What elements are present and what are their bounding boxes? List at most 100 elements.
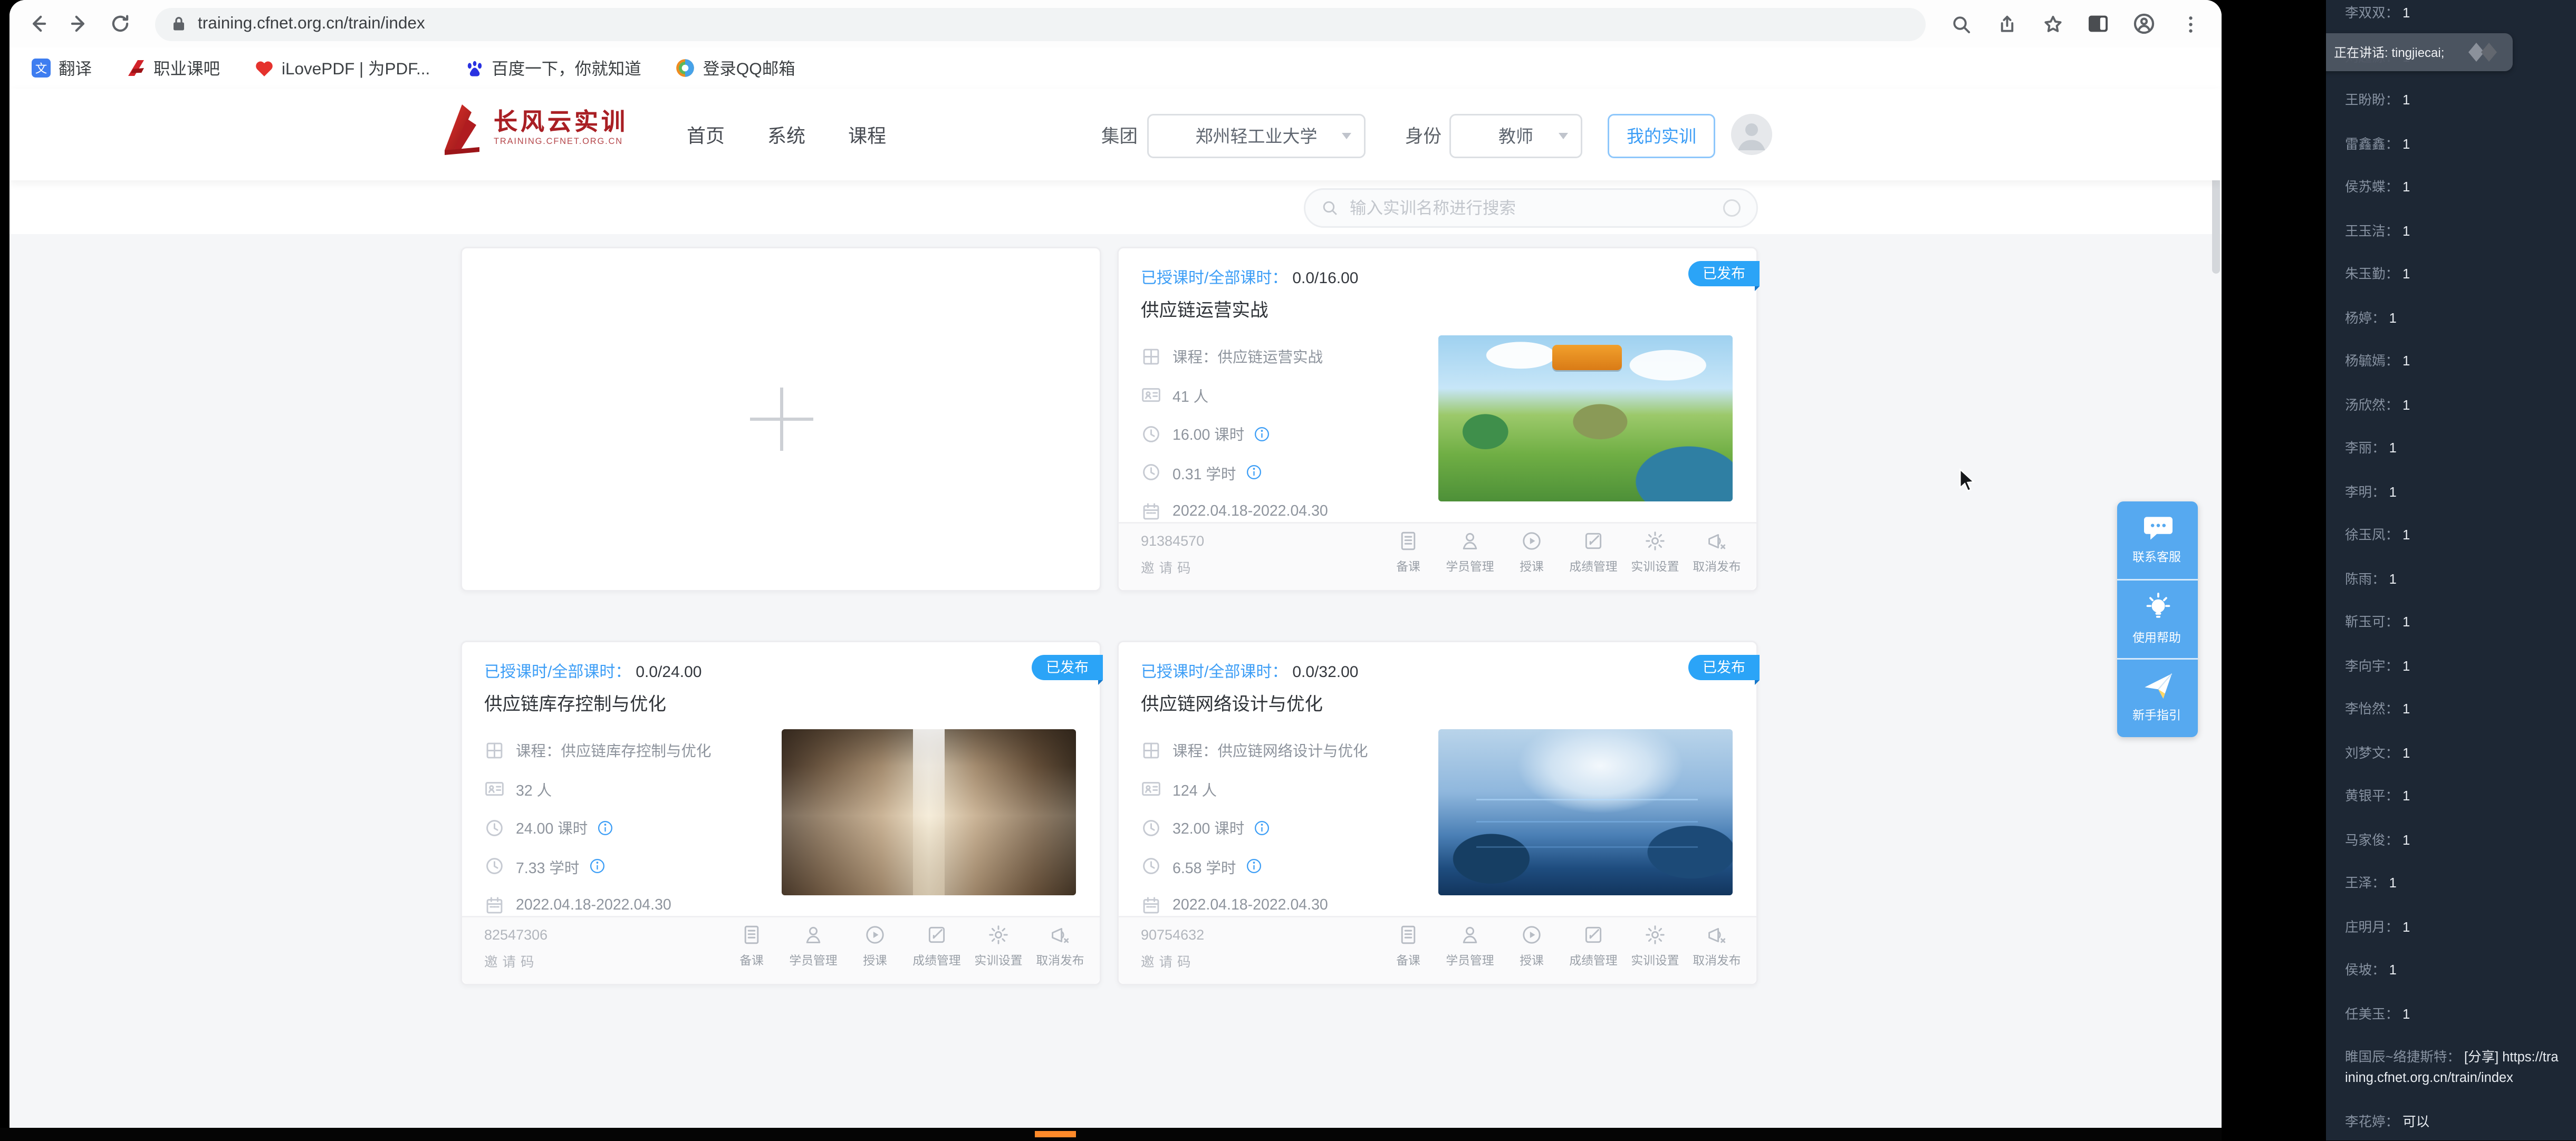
action-button-4[interactable]: 成绩管理 — [1562, 530, 1623, 576]
action-button-6[interactable]: 取消发布 — [1685, 924, 1747, 970]
info-icon[interactable] — [1254, 425, 1271, 442]
my-training-button[interactable]: 我的实训 — [1608, 114, 1715, 158]
bookmark-label: 登录QQ邮箱 — [703, 56, 795, 80]
float-item-label: 联系客服 — [2133, 548, 2182, 565]
nav-item-1[interactable]: 首页 — [687, 121, 725, 148]
action-button-2[interactable]: 学员管理 — [1438, 530, 1500, 576]
profile-icon[interactable] — [2131, 11, 2157, 36]
action-button-6[interactable]: 取消发布 — [1685, 530, 1747, 576]
course-thumbnail[interactable] — [1438, 729, 1733, 895]
chat-message: 杨婷： 1 — [2345, 308, 2560, 328]
action-button-2[interactable]: 学员管理 — [1438, 924, 1500, 970]
progress-line: 已授课时/全部课时：0.0/32.00 — [1141, 658, 1359, 682]
role-label: 身份 — [1405, 123, 1441, 149]
chat-sender: 李明： — [2345, 484, 2386, 499]
search-input[interactable]: 输入实训名称进行搜索 — [1304, 188, 1758, 228]
study-hours-row: 6.58 学时 — [1141, 847, 1368, 886]
float-item-2[interactable]: 使用帮助 — [2117, 579, 2198, 658]
action-button-1[interactable]: 备课 — [1377, 924, 1438, 970]
speaking-indicator: 正在讲话: tingjiecai; — [2326, 33, 2513, 71]
chat-text: 1 — [2399, 657, 2410, 673]
chat-text: 1 — [2399, 1005, 2410, 1021]
action-label: 实训设置 — [1630, 953, 1678, 969]
back-icon[interactable] — [25, 11, 51, 36]
search-secondary-icon[interactable] — [1723, 199, 1741, 217]
role-select[interactable]: 教师 — [1449, 114, 1582, 158]
chat-sender: 李花婷： — [2345, 1113, 2399, 1129]
site-logo[interactable]: 长风云实训 TRAINING.CFNET.ORG.CN — [440, 103, 628, 157]
info-icon[interactable] — [1245, 858, 1263, 875]
menu-icon[interactable] — [2177, 11, 2203, 36]
chat-sender: 靳玉可： — [2345, 614, 2399, 630]
site-header: 长风云实训 TRAINING.CFNET.ORG.CN 首页系统课程 集团 郑州… — [9, 89, 2222, 180]
chat-sender: 朱玉勤： — [2345, 266, 2399, 282]
video-progress-bar[interactable] — [0, 1128, 2222, 1141]
course-card[interactable]: 已授课时/全部课时：0.0/32.00 已发布 供应链网络设计与优化 课程：供应… — [1117, 641, 1758, 985]
bookmark-star-icon[interactable] — [2040, 11, 2065, 36]
nav-item-2[interactable]: 系统 — [767, 121, 805, 148]
grid-icon — [1141, 740, 1161, 760]
chat-text: 1 — [2386, 440, 2397, 456]
action-button-4[interactable]: 成绩管理 — [905, 924, 967, 970]
action-button-3[interactable]: 授课 — [843, 924, 905, 970]
create-training-card[interactable] — [460, 247, 1101, 592]
baidu-icon — [465, 59, 484, 78]
avatar-person-icon — [1731, 114, 1772, 155]
action-button-5[interactable]: 实训设置 — [1623, 530, 1685, 576]
chat-message: 李花婷： 可以 — [2345, 1111, 2560, 1132]
chat-message: 李丽： 1 — [2345, 438, 2560, 459]
action-button-1[interactable]: 备课 — [720, 924, 782, 970]
svg-text:文: 文 — [35, 62, 47, 75]
logo-subtitle: TRAINING.CFNET.ORG.CN — [494, 140, 628, 149]
side-panel-icon[interactable] — [2085, 11, 2111, 36]
course-row: 课程：供应链运营实战 — [1141, 337, 1328, 376]
action-button-5[interactable]: 实训设置 — [1623, 924, 1685, 970]
url-bar[interactable]: training.cfnet.org.cn/train/index — [155, 7, 1926, 41]
logo-title: 长风云实训 — [494, 111, 628, 135]
search-zoom-icon[interactable] — [1948, 11, 1973, 36]
action-button-5[interactable]: 实训设置 — [967, 924, 1029, 970]
chat-message-list[interactable]: 李双双： 1刘起源： 1王盼盼： 1雷鑫鑫： 1侯苏蝶： 1王玉洁： 1朱玉勤：… — [2345, 3, 2560, 1141]
course-card[interactable]: 已授课时/全部课时：0.0/16.00 已发布 供应链运营实战 课程：供应链运营… — [1117, 247, 1758, 592]
action-button-1[interactable]: 备课 — [1377, 530, 1438, 576]
bookmark-2[interactable]: 职业课吧 — [127, 56, 220, 80]
action-button-6[interactable]: 取消发布 — [1029, 924, 1090, 970]
info-icon[interactable] — [589, 858, 606, 875]
info-icon[interactable] — [1245, 464, 1263, 481]
forward-icon[interactable] — [66, 11, 92, 36]
reload-icon[interactable] — [108, 11, 133, 36]
action-label: 取消发布 — [1035, 953, 1083, 969]
action-label: 备课 — [1396, 953, 1420, 969]
action-button-3[interactable]: 授课 — [1500, 924, 1562, 970]
float-item-1[interactable]: 联系客服 — [2117, 501, 2198, 579]
info-icon[interactable] — [1254, 819, 1271, 836]
chat-message: 徐玉凤： 1 — [2345, 525, 2560, 546]
share-icon[interactable] — [1994, 11, 2019, 36]
clock-icon — [484, 817, 505, 838]
avatar[interactable] — [1731, 114, 1772, 155]
grid-icon — [1141, 346, 1161, 366]
group-select[interactable]: 郑州轻工业大学 — [1147, 114, 1366, 158]
chat-message: 王玉洁： 1 — [2345, 221, 2560, 241]
chat-text: 1 — [2386, 310, 2397, 325]
course-card[interactable]: 已授课时/全部课时：0.0/24.00 已发布 供应链库存控制与优化 课程：供应… — [460, 641, 1101, 985]
float-item-3[interactable]: 新手指引 — [2117, 658, 2198, 737]
chat-message: 刘梦文： 1 — [2345, 743, 2560, 763]
chat-text: 1 — [2399, 92, 2410, 108]
class-hours-row: 24.00 课时 — [484, 808, 712, 847]
action-button-2[interactable]: 学员管理 — [782, 924, 843, 970]
action-button-4[interactable]: 成绩管理 — [1562, 924, 1623, 970]
action-button-3[interactable]: 授课 — [1500, 530, 1562, 576]
scrollbar[interactable] — [2212, 89, 2220, 1129]
clock-icon — [1141, 462, 1161, 483]
course-thumbnail[interactable] — [782, 729, 1076, 895]
bookmark-5[interactable]: 登录QQ邮箱 — [676, 56, 795, 80]
bookmark-4[interactable]: 百度一下，你就知道 — [465, 56, 641, 80]
info-icon[interactable] — [597, 819, 614, 836]
bookmark-3[interactable]: iLovePDF | 为PDF... — [255, 56, 430, 80]
bookmark-1[interactable]: 文翻译 — [32, 56, 92, 80]
action-label: 实训设置 — [974, 953, 1022, 969]
nav-item-3[interactable]: 课程 — [848, 121, 886, 148]
course-thumbnail[interactable] — [1438, 335, 1733, 501]
zhiye-icon — [127, 59, 146, 78]
